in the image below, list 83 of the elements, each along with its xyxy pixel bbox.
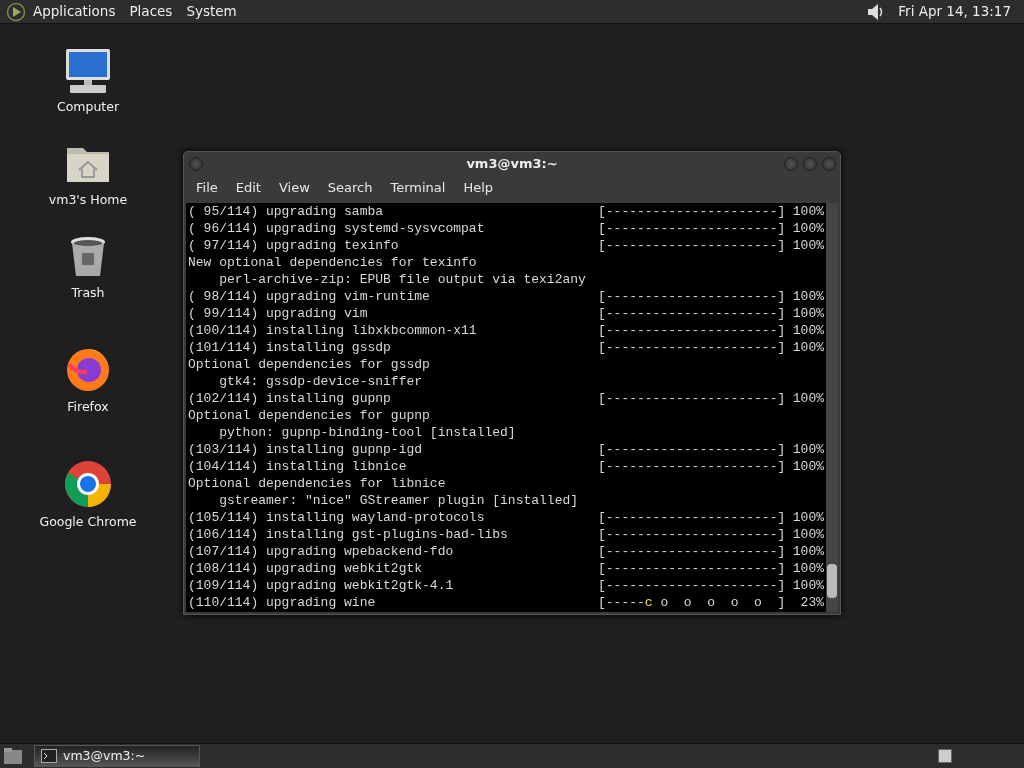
clock[interactable]: Fri Apr 14, 13:17 [891, 1, 1018, 22]
terminal-line: (100/114) installing libxkbcommon-x11 [188, 322, 478, 339]
percent-text: 100% [792, 509, 824, 526]
terminal-line: perl-archive-zip: EPUB file output via texi2any [218, 271, 586, 288]
panel-menu[interactable]: Applications [26, 1, 123, 22]
terminal-line: ( 97/114) upgrading texinfo [188, 237, 400, 254]
workspace-switcher[interactable] [938, 749, 952, 763]
progress-bar-text: [-----c o o o o o ] [598, 594, 786, 611]
terminal-line: ( 95/114) upgrading samba [188, 203, 385, 220]
percent-text: 100% [792, 220, 824, 237]
window-title: vm3@vm3:~ [466, 155, 558, 174]
progress-bar-text: [----------------------] [598, 390, 786, 407]
progress-bar-text: [----------------------] [598, 288, 786, 305]
terminal-line: (109/114) upgrading webkit2gtk-4.1 [188, 577, 455, 594]
menu-item[interactable]: View [269, 178, 319, 198]
terminal-icon [41, 749, 57, 763]
logo-icon [6, 1, 26, 22]
terminal-line: gtk4: gssdp-device-sniffer [218, 373, 423, 390]
menu-item[interactable]: Terminal [381, 178, 455, 198]
percent-text: 100% [792, 577, 824, 594]
percent-text: 100% [792, 203, 824, 220]
terminal-line: (104/114) installing libnice [188, 458, 408, 475]
progress-bar-text: [----------------------] [598, 441, 786, 458]
percent-text: 100% [792, 237, 824, 254]
percent-text: 100% [792, 560, 824, 577]
minimize-button[interactable] [784, 157, 798, 171]
progress-bar-text: [----------------------] [598, 543, 786, 560]
progress-bar-text: [----------------------] [598, 203, 786, 220]
progress-bar-text: [----------------------] [598, 322, 786, 339]
progress-bar-text: [----------------------] [598, 577, 786, 594]
terminal-line: (101/114) installing gssdp [188, 339, 392, 356]
scrollbar[interactable] [826, 203, 838, 612]
terminal-line: (106/114) installing gst-plugins-bad-libs [188, 526, 509, 543]
terminal-line: gstreamer: "nice" GStreamer plugin [installed] [218, 492, 579, 509]
taskbar-button[interactable]: vm3@vm3:~ [34, 745, 200, 767]
percent-text: 100% [792, 441, 824, 458]
menu-item[interactable]: Search [318, 178, 382, 198]
show-desktop-icon [2, 746, 24, 766]
percent-text: 23% [800, 594, 824, 611]
progress-bar-text: [----------------------] [598, 339, 786, 356]
terminal-line: Optional dependencies for libnice [188, 475, 446, 492]
terminal-line: (105/114) installing wayland-protocols [188, 509, 486, 526]
terminal-line: ( 96/114) upgrading systemd-sysvcompat [188, 220, 486, 237]
percent-text: 100% [792, 543, 824, 560]
desktop-icon-label[interactable]: Computer [56, 98, 120, 117]
menu-item[interactable]: File [187, 178, 227, 198]
terminal-line: (102/114) installing gupnp [188, 390, 392, 407]
percent-text: 100% [792, 322, 824, 339]
progress-bar-text: [----------------------] [598, 560, 786, 577]
terminal-line: Optional dependencies for gupnp [188, 407, 430, 424]
desktop-icon-label[interactable]: Firefox [67, 398, 109, 417]
terminal-line: (108/114) upgrading webkit2gtk [188, 560, 424, 577]
terminal-line: Optional dependencies for gssdp [188, 356, 430, 373]
progress-bar-text: [----------------------] [598, 220, 786, 237]
percent-text: 100% [792, 458, 824, 475]
percent-text: 100% [792, 305, 824, 322]
progress-bar-text: [----------------------] [598, 305, 786, 322]
desktop-icon-label[interactable]: Google Chrome [39, 513, 137, 532]
desktop-icon-label[interactable]: vm3's Home [48, 190, 128, 210]
terminal-line: ( 99/114) upgrading vim [188, 305, 369, 322]
panel-menu[interactable]: Places [122, 1, 180, 22]
progress-bar-text: [----------------------] [598, 526, 786, 543]
scrollbar-thumb[interactable] [827, 564, 837, 598]
progress-bar-text: [----------------------] [598, 509, 786, 526]
terminal-line: New optional dependencies for texinfo [188, 254, 477, 271]
percent-text: 100% [792, 526, 824, 543]
maximize-button[interactable] [803, 157, 817, 171]
menu-item[interactable]: Help [454, 178, 503, 198]
percent-text: 100% [792, 390, 824, 407]
desktop-icon-label[interactable]: Trash [71, 283, 105, 303]
panel-menu[interactable]: System [179, 1, 244, 22]
percent-text: 100% [792, 339, 824, 356]
menu-item[interactable]: Edit [226, 178, 270, 198]
close-button[interactable] [822, 157, 836, 171]
terminal-line: (103/114) installing gupnp-igd [188, 441, 424, 458]
progress-bar-text: [----------------------] [598, 237, 786, 254]
terminal-line: (110/114) upgrading wine [188, 594, 377, 611]
percent-text: 100% [792, 288, 824, 305]
progress-bar-text: [----------------------] [598, 458, 786, 475]
terminal-line: (107/114) upgrading wpebackend-fdo [188, 543, 455, 560]
window-menu-button[interactable] [189, 157, 203, 171]
terminal-line: ( 98/114) upgrading vim-runtime [188, 288, 431, 305]
terminal-line: python: gupnp-binding-tool [installed] [218, 424, 516, 441]
